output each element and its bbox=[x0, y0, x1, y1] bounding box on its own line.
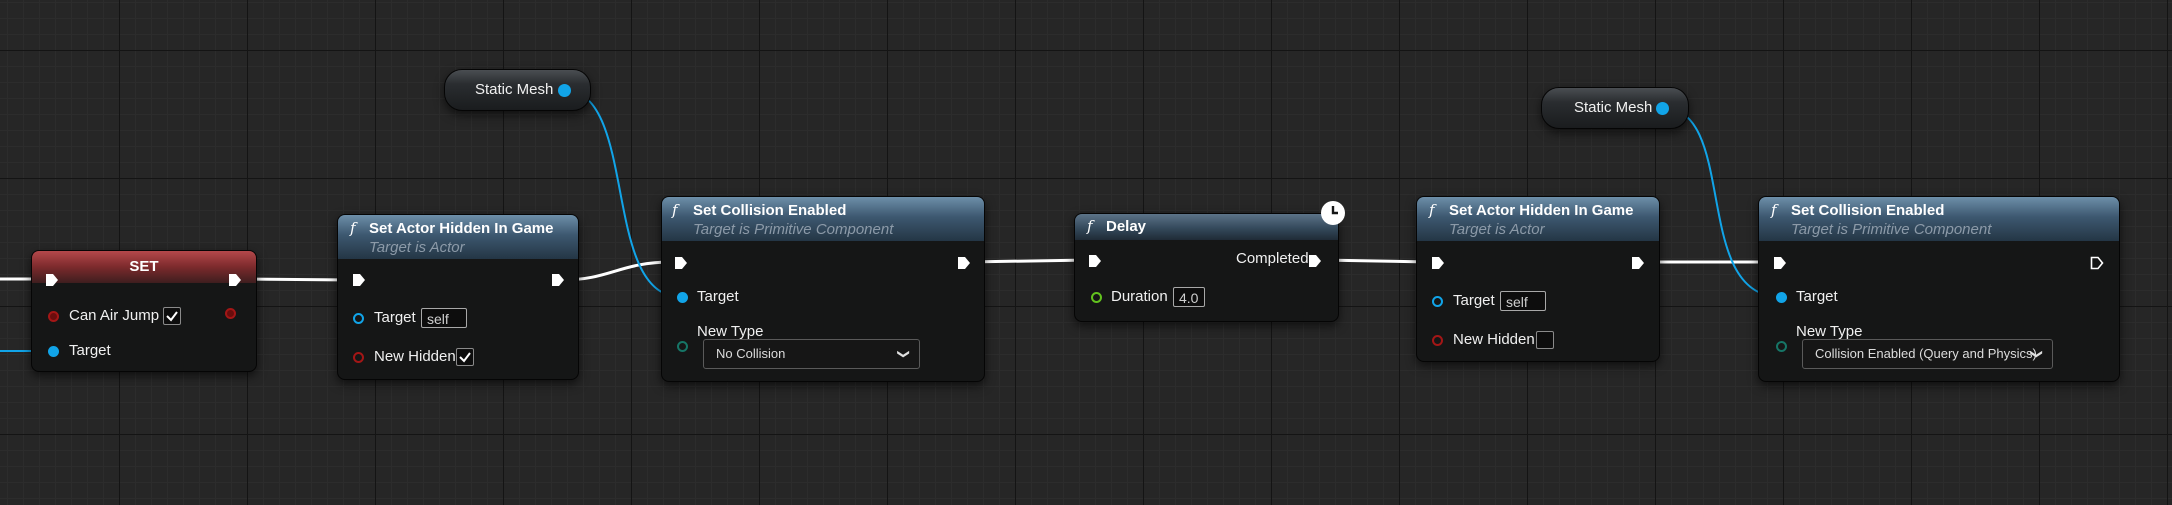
completed-label: Completed bbox=[1236, 250, 1309, 267]
function-icon: f bbox=[1771, 201, 1777, 219]
exec-out-pin[interactable] bbox=[228, 273, 242, 287]
new-type-pin[interactable] bbox=[677, 341, 688, 352]
delay-title: Delay bbox=[1106, 218, 1147, 235]
target-self-field[interactable]: self bbox=[421, 308, 467, 328]
set-actor-hidden-node-1[interactable]: f Set Actor Hidden In Game Target is Act… bbox=[337, 214, 579, 380]
static-mesh-label: Static Mesh bbox=[475, 81, 554, 98]
set-node[interactable]: SET Can Air Jump Target bbox=[31, 250, 257, 372]
target-pin[interactable] bbox=[1776, 292, 1787, 303]
exec-in-pin[interactable] bbox=[45, 273, 59, 287]
target-label: Target bbox=[69, 342, 111, 359]
static-mesh-output-pin[interactable] bbox=[558, 84, 571, 97]
new-type-pin[interactable] bbox=[1776, 341, 1787, 352]
exec-out-pin[interactable] bbox=[551, 273, 565, 287]
exec-in-pin[interactable] bbox=[352, 273, 366, 287]
duration-label: Duration bbox=[1111, 288, 1168, 305]
exec-in-pin[interactable] bbox=[1773, 256, 1787, 270]
set-collision-enabled-node-2[interactable]: f Set Collision Enabled Target is Primit… bbox=[1758, 196, 2120, 382]
exec-wire-collision1-delay[interactable] bbox=[966, 258, 1091, 264]
set-collision-2-title: Set Collision Enabled bbox=[1791, 202, 1945, 219]
target-label: Target bbox=[697, 288, 739, 305]
new-hidden-label: New Hidden bbox=[1453, 331, 1535, 348]
static-mesh-output-pin[interactable] bbox=[1656, 102, 1669, 115]
target-pin[interactable] bbox=[677, 292, 688, 303]
delay-node[interactable]: f Delay Completed Duration 4.0 bbox=[1074, 201, 1345, 322]
can-air-jump-output-pin[interactable] bbox=[225, 308, 236, 319]
set-actor-hidden-2-title: Set Actor Hidden In Game bbox=[1449, 202, 1634, 219]
can-air-jump-pin[interactable] bbox=[48, 311, 59, 322]
new-type-label: New Type bbox=[697, 323, 764, 340]
function-icon: f bbox=[350, 219, 356, 237]
set-collision-1-title: Set Collision Enabled bbox=[693, 202, 847, 219]
target-pin[interactable] bbox=[353, 313, 364, 324]
checkmark-icon bbox=[166, 311, 178, 322]
static-mesh-label: Static Mesh bbox=[1574, 99, 1653, 116]
target-label: Target bbox=[1453, 292, 1495, 309]
new-type-label: New Type bbox=[1796, 323, 1863, 340]
exec-in-pin[interactable] bbox=[1431, 256, 1445, 270]
static-mesh-variable-1[interactable]: Static Mesh bbox=[444, 69, 591, 111]
new-hidden-checkbox[interactable] bbox=[456, 348, 474, 366]
target-self-field[interactable]: self bbox=[1500, 291, 1546, 311]
duration-field[interactable]: 4.0 bbox=[1173, 287, 1205, 307]
new-type-dropdown[interactable]: Collision Enabled (Query and Physics) ❯ bbox=[1802, 339, 2053, 369]
target-label: Target bbox=[1796, 288, 1838, 305]
set-actor-hidden-1-subtitle: Target is Actor bbox=[369, 239, 465, 256]
set-collision-2-subtitle: Target is Primitive Component bbox=[1791, 221, 1992, 238]
duration-pin[interactable] bbox=[1091, 292, 1102, 303]
new-type-value: No Collision bbox=[716, 346, 786, 361]
new-hidden-pin[interactable] bbox=[1432, 335, 1443, 346]
exec-out-pin[interactable] bbox=[1631, 256, 1645, 270]
exec-in-pin[interactable] bbox=[1088, 254, 1102, 268]
new-hidden-checkbox[interactable] bbox=[1536, 331, 1554, 349]
set-actor-hidden-1-title: Set Actor Hidden In Game bbox=[369, 220, 554, 237]
new-type-dropdown[interactable]: No Collision ❯ bbox=[703, 339, 920, 369]
function-icon: f bbox=[1087, 217, 1093, 235]
new-hidden-pin[interactable] bbox=[353, 352, 364, 363]
target-pin[interactable] bbox=[1432, 296, 1443, 307]
checkmark-icon bbox=[459, 352, 471, 363]
set-collision-enabled-node-1[interactable]: f Set Collision Enabled Target is Primit… bbox=[661, 196, 985, 382]
static-mesh-variable-2[interactable]: Static Mesh bbox=[1541, 87, 1689, 129]
set-node-title: SET bbox=[129, 258, 159, 275]
function-icon: f bbox=[672, 201, 678, 219]
set-actor-hidden-2-subtitle: Target is Actor bbox=[1449, 221, 1545, 238]
clock-icon bbox=[1321, 201, 1345, 225]
chevron-down-icon: ❯ bbox=[896, 348, 911, 360]
can-air-jump-label: Can Air Jump bbox=[69, 307, 160, 324]
exec-in-pin[interactable] bbox=[674, 256, 688, 270]
can-air-jump-checkbox[interactable] bbox=[163, 307, 181, 325]
exec-out-pin[interactable] bbox=[957, 256, 971, 270]
set-collision-1-subtitle: Target is Primitive Component bbox=[693, 221, 894, 238]
new-hidden-label: New Hidden bbox=[374, 348, 456, 365]
target-label: Target bbox=[374, 309, 416, 326]
set-actor-hidden-node-2[interactable]: f Set Actor Hidden In Game Target is Act… bbox=[1416, 196, 1660, 362]
completed-exec-out-pin[interactable] bbox=[1308, 254, 1322, 268]
chevron-down-icon: ❯ bbox=[2029, 348, 2044, 360]
exec-out-pin[interactable] bbox=[2090, 256, 2104, 270]
new-type-value: Collision Enabled (Query and Physics) bbox=[1815, 346, 2037, 361]
target-pin[interactable] bbox=[48, 346, 59, 357]
function-icon: f bbox=[1429, 201, 1435, 219]
